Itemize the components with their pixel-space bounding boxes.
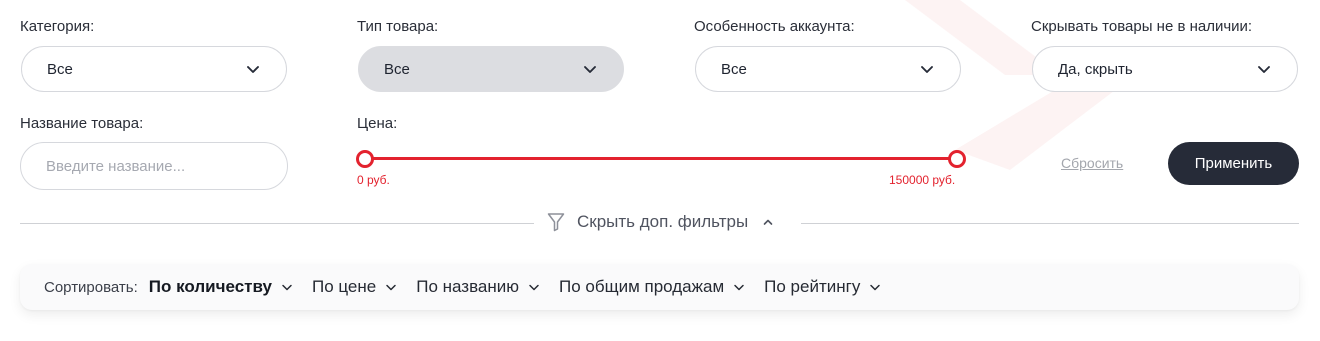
product-name-label: Название товара: xyxy=(20,115,144,132)
filter-icon xyxy=(547,213,565,232)
price-min-handle[interactable] xyxy=(356,150,374,168)
category-select[interactable]: Все xyxy=(21,46,287,92)
sort-by-name[interactable]: По названию xyxy=(416,277,540,297)
product-type-label: Тип товара: xyxy=(357,18,439,35)
sort-by-rating[interactable]: По рейтингу xyxy=(764,277,881,297)
product-name-input[interactable] xyxy=(20,142,288,190)
sort-item-label: По рейтингу xyxy=(764,277,861,296)
chevron-up-icon xyxy=(763,219,773,225)
chevron-down-icon xyxy=(529,284,539,291)
apply-button[interactable]: Применить xyxy=(1168,142,1299,185)
chevron-down-icon xyxy=(1258,66,1270,73)
chevron-down-icon xyxy=(247,66,259,73)
sort-bar: Сортировать: По количеству По цене По на… xyxy=(20,264,1299,310)
product-type-select[interactable]: Все xyxy=(358,46,624,92)
divider-right xyxy=(801,223,1299,224)
divider-left xyxy=(20,223,534,224)
price-label: Цена: xyxy=(357,115,398,132)
category-label: Категория: xyxy=(20,18,95,35)
price-min-label: 0 руб. xyxy=(357,173,390,187)
hide-out-of-stock-select-value: Да, скрыть xyxy=(1058,60,1133,78)
sort-item-label: По количеству xyxy=(148,277,272,296)
account-feature-select[interactable]: Все xyxy=(695,46,961,92)
toggle-extra-filters-label: Скрыть доп. фильтры xyxy=(577,212,749,231)
sort-by-quantity[interactable]: По количеству xyxy=(149,277,293,297)
product-type-select-value: Все xyxy=(384,60,410,78)
sort-by-price[interactable]: По цене xyxy=(312,277,397,297)
sort-label: Сортировать: xyxy=(44,278,138,296)
account-feature-label: Особенность аккаунта: xyxy=(694,18,855,35)
sort-item-label: По названию xyxy=(416,277,520,296)
reset-button[interactable]: Сбросить xyxy=(1061,155,1123,171)
price-max-handle[interactable] xyxy=(948,150,966,168)
sort-by-total-sales[interactable]: По общим продажам xyxy=(559,277,745,297)
chevron-down-icon xyxy=(870,284,881,291)
price-range-track[interactable] xyxy=(364,157,956,160)
price-max-label: 150000 руб. xyxy=(889,173,956,187)
toggle-extra-filters[interactable]: Скрыть доп. фильтры xyxy=(547,212,774,232)
sort-item-label: По общим продажам xyxy=(559,277,725,296)
hide-out-of-stock-select[interactable]: Да, скрыть xyxy=(1032,46,1298,92)
chevron-down-icon xyxy=(386,284,396,291)
chevron-down-icon xyxy=(282,284,292,291)
sort-item-label: По цене xyxy=(311,277,377,296)
hide-out-of-stock-label: Скрывать товары не в наличии: xyxy=(1031,18,1253,35)
category-select-value: Все xyxy=(47,60,73,78)
chevron-down-icon xyxy=(921,66,933,73)
chevron-down-icon xyxy=(584,66,596,73)
account-feature-select-value: Все xyxy=(721,60,747,78)
chevron-down-icon xyxy=(734,284,744,291)
